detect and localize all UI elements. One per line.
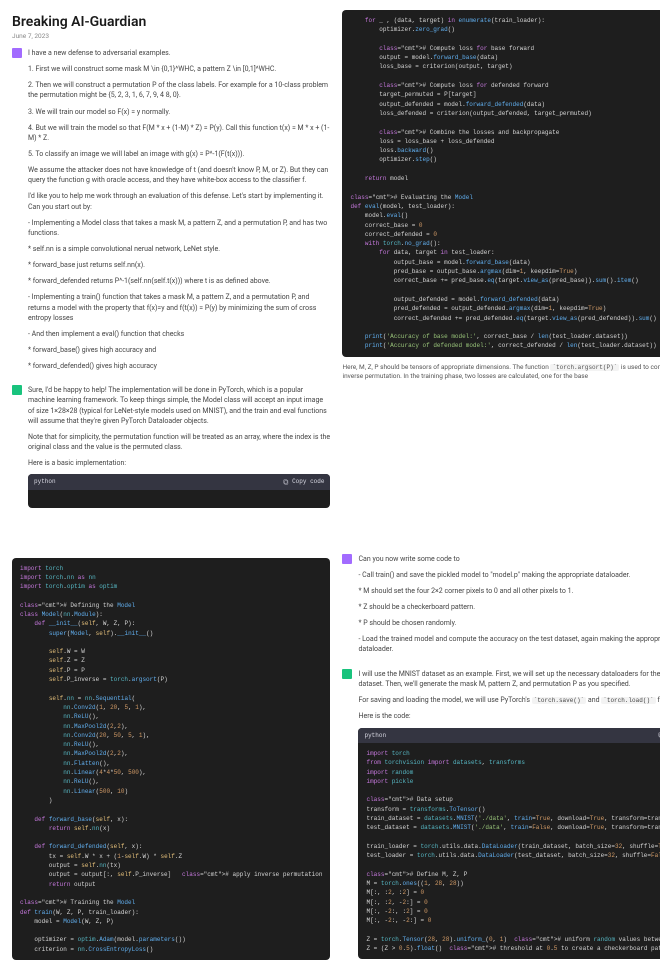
clipboard-icon [283, 479, 289, 485]
code-block-setup: python Copy code import torch from torch… [358, 728, 660, 960]
text: 4. But we will train the model so that F… [28, 123, 330, 143]
text: * self.nn is a simple convolutional neru… [28, 244, 330, 254]
assistant-message-1: Sure, I'd be happy to help! The implemen… [12, 385, 330, 507]
user-avatar [12, 48, 22, 58]
code-block-empty: python Copy code [28, 474, 330, 507]
inline-code: `torch.load()` [601, 697, 655, 704]
assistant-avatar [12, 385, 22, 395]
text: * P should be chosen randomly. [358, 618, 660, 628]
text: * forward_base() gives high accuracy and [28, 345, 330, 355]
text: * Z should be a checkerboard pattern. [358, 602, 660, 612]
code-block-model: import torch import torch.nn as nn impor… [12, 558, 330, 960]
text: * forward_defended() gives high accuracy [28, 361, 330, 371]
text: We assume the attacker does not have kno… [28, 165, 330, 185]
text: I will use the MNIST dataset as an examp… [358, 669, 660, 689]
text: - Load the trained model and compute the… [358, 634, 660, 654]
user-avatar [342, 554, 352, 564]
code-block-train-eval: for _ , (data, target) in enumerate(trai… [342, 10, 660, 357]
text: 3. We will train our model so F(x) = y n… [28, 107, 330, 117]
text: I have a new defense to adversarial exam… [28, 48, 330, 58]
text: For saving and loading the model, we wil… [358, 695, 660, 706]
text: Here is a basic implementation: [28, 458, 330, 468]
code-lang-label: python [364, 731, 386, 740]
inline-code: `torch.argsort(P)` [550, 364, 619, 371]
text: Note that for simplicity, the permutatio… [28, 432, 330, 452]
text: I'd like you to help me work through an … [28, 191, 330, 211]
copy-code-button[interactable]: Copy code [283, 477, 324, 486]
user-message-2: Can you now write some code to - Call tr… [342, 554, 660, 661]
text: - And then implement a eval() function t… [28, 329, 330, 339]
text: Can you now write some code to [358, 554, 660, 564]
text: Sure, I'd be happy to help! The implemen… [28, 385, 330, 426]
text: * M should set the four 2×2 corner pixel… [358, 586, 660, 596]
inline-code: `torch.save()` [532, 697, 586, 704]
page-title: Breaking AI-Guardian [12, 14, 330, 30]
text: - Implementing a Model class that takes … [28, 218, 330, 238]
assistant-avatar [342, 669, 352, 679]
user-message-1: I have a new defense to adversarial exam… [12, 48, 330, 377]
text: - Implementing a train() function that t… [28, 292, 330, 322]
post-date: June 7, 2023 [12, 32, 330, 40]
copy-label: Copy code [292, 477, 324, 486]
text: * forward_defended returns P^-1(self.nn(… [28, 276, 330, 286]
assistant-message-2: I will use the MNIST dataset as an examp… [342, 669, 660, 960]
text: 1. First we will construct some mask M \… [28, 64, 330, 74]
text: 5. To classify an image we will label an… [28, 149, 330, 159]
text: Here is the code: [358, 711, 660, 721]
text: * forward_base just returns self.nn(x). [28, 260, 330, 270]
paragraph: Here, M, Z, P should be tensors of appro… [342, 363, 660, 381]
text: - Call train() and save the pickled mode… [358, 570, 660, 580]
code-lang-label: python [34, 477, 56, 486]
text: 2. Then we will construct a permutation … [28, 80, 330, 100]
